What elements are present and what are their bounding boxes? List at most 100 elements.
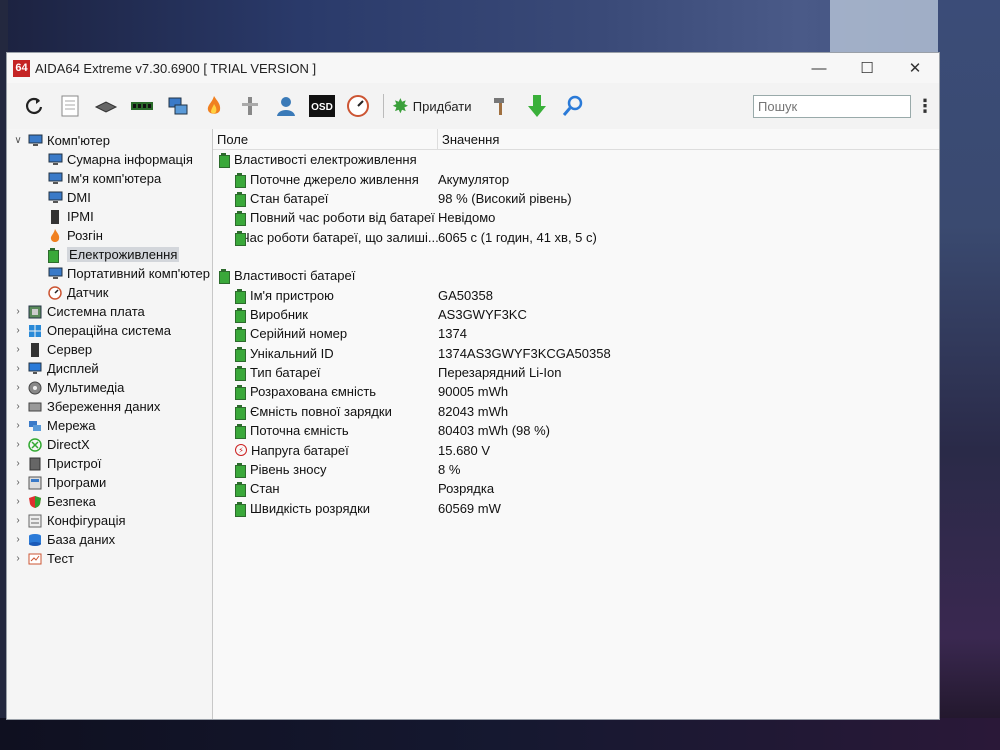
test-icon — [27, 552, 43, 566]
expand-arrow-icon[interactable]: › — [11, 496, 25, 507]
column-header-value[interactable]: Значення — [438, 132, 499, 147]
tree-section-item[interactable]: › Безпека — [7, 492, 212, 511]
collapse-arrow-icon[interactable]: ∨ — [11, 135, 25, 146]
tree-child-item[interactable]: IPMI — [7, 207, 212, 226]
field-value: Акумулятор — [438, 171, 510, 187]
field-value: 8 % — [438, 462, 461, 478]
tree-item-label: База даних — [47, 532, 116, 547]
navigation-tree[interactable]: ∨ Комп'ютер Сумарна інформація Ім'я комп'ют… — [7, 129, 213, 719]
tree-section-item[interactable]: › Тест — [7, 549, 212, 568]
field-value: GA50358 — [438, 287, 493, 303]
field-name: Серійний номер — [250, 326, 348, 342]
expand-arrow-icon[interactable]: › — [11, 477, 25, 488]
table-row[interactable]: Серійний номер 1374 — [213, 324, 939, 343]
title-bar[interactable]: 64 AIDA64 Extreme v7.30.6900 [ TRIAL VER… — [7, 53, 939, 83]
tree-item-computer[interactable]: ∨ Комп'ютер — [7, 131, 212, 150]
expand-arrow-icon[interactable]: › — [11, 306, 25, 317]
tree-child-item[interactable]: Електроживлення — [7, 245, 212, 264]
refresh-icon[interactable] — [19, 91, 49, 121]
table-row[interactable]: ⚡ Напруга батареї 15.680 V — [213, 440, 939, 459]
search-input[interactable] — [753, 94, 911, 118]
field-name: Рівень зносу — [250, 462, 327, 478]
memory-icon[interactable] — [127, 91, 157, 121]
battery-icon — [235, 501, 246, 517]
expand-arrow-icon[interactable]: › — [11, 515, 25, 526]
tree-section-item[interactable]: › Дисплей — [7, 359, 212, 378]
flame-icon[interactable] — [199, 91, 229, 121]
tree-child-item[interactable]: Сумарна інформація — [7, 150, 212, 169]
expand-arrow-icon[interactable]: › — [11, 458, 25, 469]
tree-child-item[interactable]: Датчик — [7, 283, 212, 302]
tree-item-label: Сервер — [47, 342, 93, 357]
search-icon[interactable] — [558, 91, 588, 121]
download-arrow-icon[interactable] — [522, 91, 552, 121]
column-header-field[interactable]: Поле — [213, 129, 438, 150]
field-value: 98 % (Високий рівень) — [438, 190, 572, 206]
close-button[interactable]: ✕ — [891, 53, 939, 83]
tree-section-item[interactable]: › Мультимедіа — [7, 378, 212, 397]
group-header-row[interactable]: Властивості електроживлення — [213, 150, 939, 169]
table-row[interactable]: Ім'я пристрою GA50358 — [213, 285, 939, 304]
gauge-icon[interactable] — [343, 91, 373, 121]
table-row[interactable]: Стан батареї 98 % (Високий рівень) — [213, 189, 939, 208]
field-name: Розрахована ємність — [250, 384, 377, 400]
tree-child-item[interactable]: Розгін — [7, 226, 212, 245]
expand-arrow-icon[interactable]: › — [11, 363, 25, 374]
table-row[interactable]: Розрахована ємність 90005 mWh — [213, 382, 939, 401]
expand-arrow-icon[interactable]: › — [11, 401, 25, 412]
expand-arrow-icon[interactable]: › — [11, 382, 25, 393]
group-header-row[interactable]: Властивості батареї — [213, 266, 939, 285]
battery-icon — [235, 346, 246, 362]
hammer-icon[interactable] — [486, 91, 516, 121]
tree-section-item[interactable]: › Мережа — [7, 416, 212, 435]
maximize-button[interactable]: ☐ — [843, 53, 891, 83]
tree-child-item[interactable]: Портативний комп'ютер — [7, 264, 212, 283]
more-menu-icon[interactable]: ⋮ — [911, 91, 939, 121]
battery-icon — [235, 385, 246, 401]
computer-icon — [47, 267, 63, 281]
table-row[interactable]: Повний час роботи від батареї Невідомо — [213, 208, 939, 227]
buy-button[interactable]: ✸ Придбати — [392, 94, 472, 119]
minimize-button[interactable]: — — [795, 53, 843, 83]
user-icon[interactable] — [271, 91, 301, 121]
tree-section-item[interactable]: › Системна плата — [7, 302, 212, 321]
network-icon[interactable] — [163, 91, 193, 121]
expand-arrow-icon[interactable]: › — [11, 439, 25, 450]
tree-section-item[interactable]: › Сервер — [7, 340, 212, 359]
table-row[interactable]: Виробник AS3GWYF3KC — [213, 305, 939, 324]
table-row[interactable]: Стан Розрядка — [213, 479, 939, 498]
table-row[interactable]: Поточна ємність 80403 mWh (98 %) — [213, 421, 939, 440]
tree-child-item[interactable]: Ім'я комп'ютера — [7, 169, 212, 188]
tree-section-item[interactable]: › Операційна система — [7, 321, 212, 340]
table-row[interactable]: Час роботи батареї, що залиші... 6065 с (… — [213, 228, 939, 247]
table-row[interactable]: Поточне джерело живлення Акумулятор — [213, 169, 939, 188]
table-row[interactable]: Тип батареї Перезарядний Li-Ion — [213, 363, 939, 382]
battery-icon — [235, 172, 246, 188]
tree-child-item[interactable]: DMI — [7, 188, 212, 207]
table-row[interactable]: Ємність повної зарядки 82043 mWh — [213, 402, 939, 421]
expand-arrow-icon[interactable]: › — [11, 420, 25, 431]
battery-icon — [235, 424, 246, 440]
field-name: Час роботи батареї, що залиші... — [241, 229, 439, 245]
details-list[interactable]: Поле Значення Властивості електроживленн… — [213, 129, 939, 719]
expand-arrow-icon[interactable]: › — [11, 534, 25, 545]
expand-arrow-icon[interactable]: › — [11, 344, 25, 355]
tree-section-item[interactable]: › DirectX — [7, 435, 212, 454]
table-row[interactable]: Швидкість розрядки 60569 mW — [213, 499, 939, 518]
expand-arrow-icon[interactable]: › — [11, 325, 25, 336]
flame-icon — [47, 228, 63, 243]
expand-arrow-icon[interactable]: › — [11, 553, 25, 564]
tree-section-item[interactable]: › Програми — [7, 473, 212, 492]
tree-section-item[interactable]: › Збереження даних — [7, 397, 212, 416]
osd-icon[interactable]: OSD — [307, 91, 337, 121]
tools-icon[interactable] — [235, 91, 265, 121]
tree-section-item[interactable]: › База даних — [7, 530, 212, 549]
tree-section-item[interactable]: › Конфігурація — [7, 511, 212, 530]
tree-section-item[interactable]: › Пристрої — [7, 454, 212, 473]
table-row[interactable]: Унікальний ID 1374AS3GWYF3KCGA50358 — [213, 344, 939, 363]
report-icon[interactable] — [55, 91, 85, 121]
toolbar: OSD ✸ Придбати ⋮ — [7, 83, 939, 129]
table-row[interactable]: Рівень зносу 8 % — [213, 460, 939, 479]
motherboard-icon[interactable] — [91, 91, 121, 121]
